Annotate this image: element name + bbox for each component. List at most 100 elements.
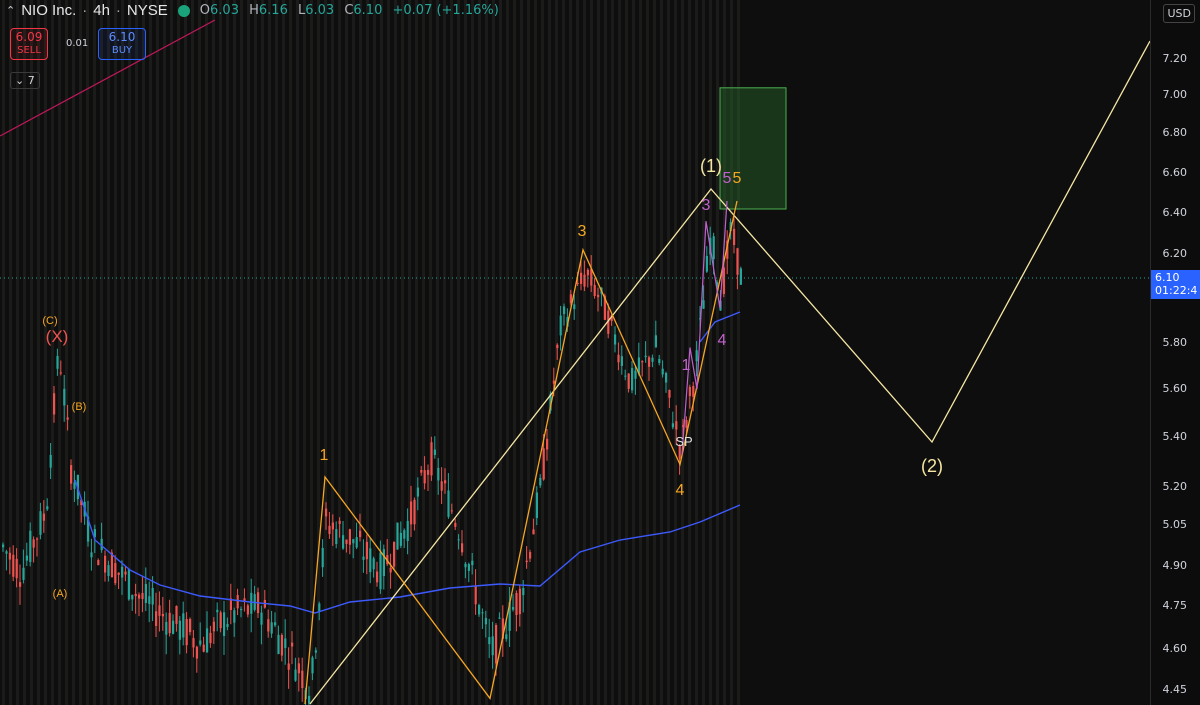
price-chart[interactable]: (C)(X)(B)(A)1345(1)(2)1345SP — [0, 0, 1150, 705]
candle-body — [5, 551, 8, 554]
candle-body — [539, 477, 542, 486]
session-stripe — [324, 0, 327, 705]
wave-label: 1 — [682, 357, 691, 374]
current-price-tag: 6.10 01:22:4 — [1151, 270, 1200, 299]
session-stripe — [205, 0, 208, 705]
wave-label: SP — [675, 434, 692, 449]
price-tick: 4.90 — [1162, 559, 1188, 572]
wave-label: 1 — [320, 447, 329, 464]
price-tick: 5.80 — [1162, 336, 1188, 349]
session-stripe — [261, 0, 264, 705]
candle-body — [131, 594, 134, 600]
candle-body — [389, 567, 392, 573]
price-tick: 6.80 — [1162, 126, 1188, 139]
price-tick: 5.05 — [1162, 518, 1188, 531]
session-stripe — [114, 0, 117, 705]
interval[interactable]: 4h — [93, 2, 110, 19]
candle-body — [202, 644, 205, 652]
candle-body — [192, 638, 195, 648]
price-axis[interactable]: USD 7.20 7.00 6.80 6.60 6.40 6.20 5.80 5.60 5.40… — [1150, 0, 1200, 705]
wave-label: (A) — [53, 588, 68, 600]
candle-body — [457, 539, 460, 541]
candle-body — [158, 605, 161, 616]
session-stripe — [716, 0, 719, 705]
session-stripe — [303, 0, 306, 705]
candle-body — [352, 539, 355, 544]
session-stripe — [2, 0, 5, 705]
candle-body — [172, 620, 175, 634]
candle-body — [593, 284, 596, 297]
candle-body — [274, 622, 277, 626]
candle-body — [665, 373, 668, 383]
candle-body — [359, 530, 362, 538]
session-stripe — [450, 0, 453, 705]
candle-body — [702, 300, 705, 309]
candle-body — [481, 612, 484, 614]
symbol-name[interactable]: NIO Inc. — [21, 2, 76, 19]
candle-body — [624, 375, 627, 377]
candle-body — [240, 609, 243, 611]
session-stripe — [499, 0, 502, 705]
session-stripe — [541, 0, 544, 705]
candle-body — [505, 634, 508, 639]
candle-body — [522, 588, 525, 596]
buy-price: 6.10 — [108, 30, 136, 44]
candle-body — [617, 354, 620, 363]
session-stripe — [709, 0, 712, 705]
candle-body — [161, 613, 164, 617]
wave-label: (B) — [72, 401, 87, 413]
candle-body — [168, 612, 171, 634]
candle-body — [8, 552, 11, 560]
candle-body — [586, 269, 589, 276]
buy-button[interactable]: 6.10 BUY — [98, 28, 146, 60]
candle-body — [552, 380, 555, 384]
candle-body — [117, 572, 120, 575]
candle-body — [535, 492, 538, 518]
candle-body — [631, 368, 634, 391]
candle-body — [328, 525, 331, 535]
candle-body — [474, 586, 477, 605]
wave-label: (C) — [42, 315, 57, 327]
candle-body — [406, 520, 409, 542]
candle-body — [372, 558, 375, 570]
candle-body — [212, 621, 215, 632]
session-stripe — [429, 0, 432, 705]
session-stripe — [625, 0, 628, 705]
candle-body — [692, 385, 695, 397]
session-stripe — [674, 0, 677, 705]
candle-body — [138, 594, 141, 599]
spread-value: 0.01 — [66, 38, 89, 49]
candle-body — [110, 552, 113, 578]
candle-body — [199, 640, 202, 645]
indicators-toggle[interactable]: ⌄ 7 — [10, 72, 40, 89]
session-stripe — [310, 0, 313, 705]
candle-body — [345, 539, 348, 544]
candle-body — [15, 558, 18, 579]
session-stripe — [212, 0, 215, 705]
session-stripe — [443, 0, 446, 705]
currency-unit[interactable]: USD — [1163, 4, 1195, 23]
candle-body — [495, 624, 498, 664]
sell-button[interactable]: 6.09 SELL — [10, 28, 48, 60]
session-stripe — [338, 0, 341, 705]
price-tick: 7.00 — [1162, 88, 1188, 101]
candle-body — [121, 566, 124, 578]
chevron-up-icon[interactable]: ⌃ — [6, 4, 15, 17]
candle-body — [447, 490, 450, 517]
wave-label: 4 — [676, 482, 685, 499]
session-stripe — [408, 0, 411, 705]
candle-body — [189, 619, 192, 633]
session-stripe — [289, 0, 292, 705]
session-stripe — [562, 0, 565, 705]
candle-body — [250, 592, 253, 614]
candle-body — [420, 470, 423, 473]
ohlc-values: O6.03 H6.16 L6.03 C6.10 +0.07 (+1.16%) — [199, 3, 499, 18]
candle-body — [355, 537, 358, 548]
candle-body — [267, 619, 270, 632]
price-tick: 6.40 — [1162, 206, 1188, 219]
candle-body — [216, 609, 219, 613]
candle-body — [668, 389, 671, 398]
candle-body — [515, 592, 518, 615]
candle-body — [2, 544, 5, 548]
candle-body — [342, 535, 345, 549]
